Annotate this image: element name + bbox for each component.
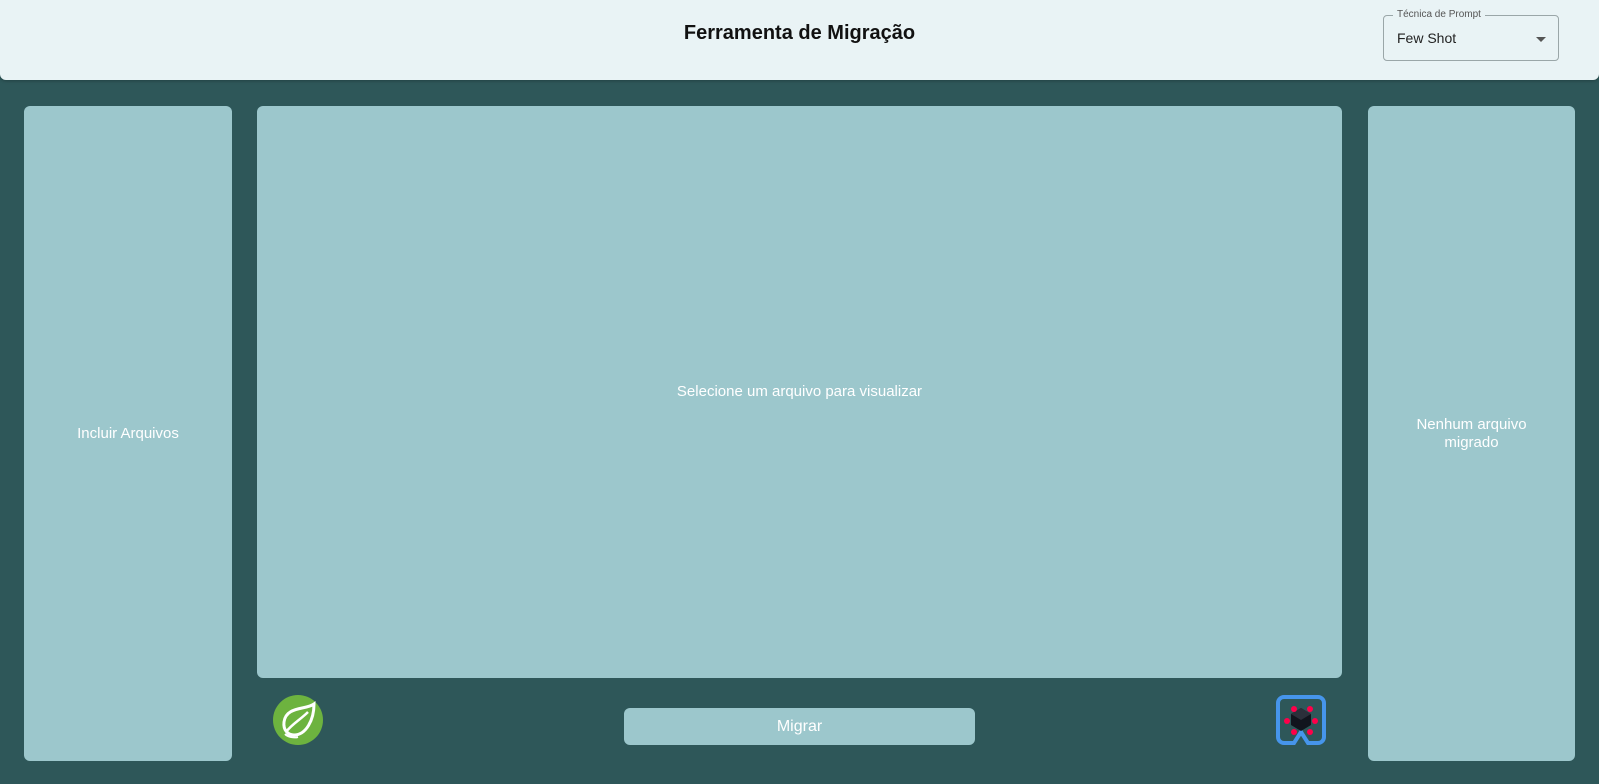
prompt-technique-select[interactable]: Técnica de Prompt Few Shot [1383, 9, 1559, 61]
quarkus-icon [1276, 695, 1326, 745]
include-files-label: Incluir Arquivos [77, 424, 179, 442]
prompt-technique-value: Few Shot [1397, 30, 1457, 46]
page-title: Ferramenta de Migração [683, 22, 916, 44]
migrated-files-empty-label: Nenhum arquivo migrado [1416, 415, 1527, 451]
quarkus-logo [1275, 694, 1327, 746]
migrated-files-panel: Nenhum arquivo migrado [1368, 106, 1575, 761]
migrate-button[interactable]: Migrar [624, 708, 975, 745]
file-preview-panel: Selecione um arquivo para visualizar [257, 106, 1342, 678]
spring-leaf-icon [273, 695, 323, 745]
spring-logo [272, 694, 324, 746]
chevron-down-icon [1536, 37, 1546, 42]
file-preview-placeholder: Selecione um arquivo para visualizar [676, 383, 923, 400]
prompt-technique-label: Técnica de Prompt [1393, 9, 1485, 21]
app-header: Ferramenta de Migração Técnica de Prompt… [0, 0, 1599, 80]
include-files-panel[interactable]: Incluir Arquivos [24, 106, 232, 761]
